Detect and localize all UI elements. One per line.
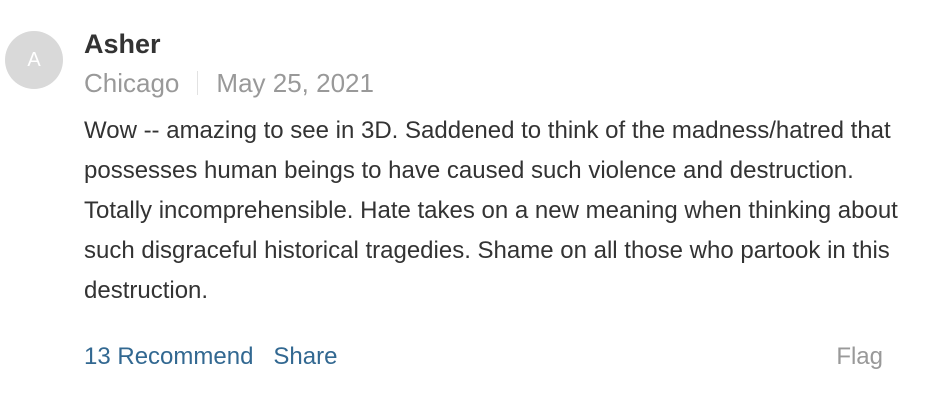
comment-location: Chicago xyxy=(84,68,180,98)
comment-body: Wow -- amazing to see in 3D. Saddened to… xyxy=(84,117,898,304)
recommend-button[interactable]: 13 Recommend xyxy=(84,341,253,373)
comment-card: A Asher Chicago May 25, 2021 Wow -- amaz… xyxy=(0,0,944,411)
flag-button[interactable]: Flag xyxy=(836,341,883,373)
comment-date: May 25, 2021 xyxy=(216,68,374,98)
comment-meta: Chicago May 25, 2021 xyxy=(84,67,374,99)
avatar-initial: A xyxy=(27,48,41,71)
comment-actions: 13 Recommend Share xyxy=(84,341,357,373)
share-button[interactable]: Share xyxy=(273,341,337,373)
avatar: A xyxy=(5,31,63,89)
meta-divider xyxy=(197,71,199,95)
comment-author: Asher xyxy=(84,29,161,59)
